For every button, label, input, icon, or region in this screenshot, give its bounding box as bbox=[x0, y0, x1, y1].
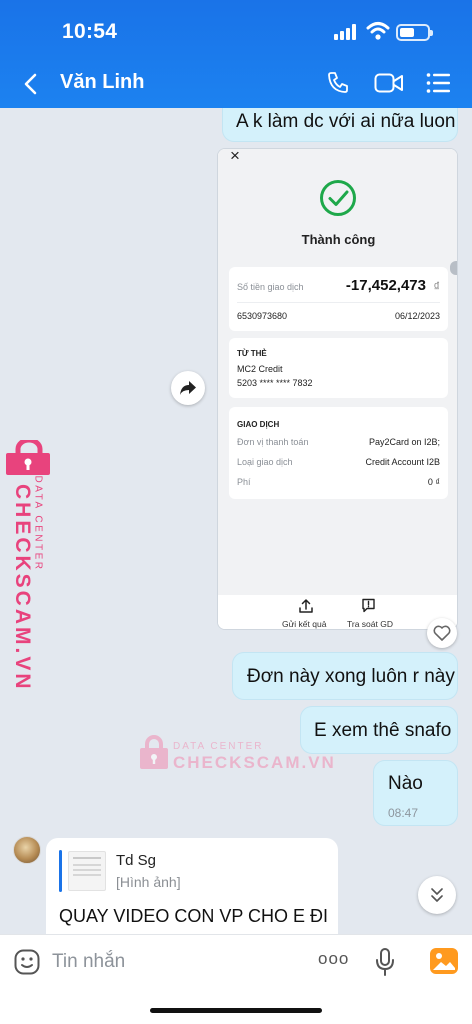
scroll-to-bottom-button[interactable] bbox=[418, 876, 456, 914]
forward-button[interactable] bbox=[171, 371, 205, 405]
back-arrow-icon[interactable] bbox=[22, 72, 40, 96]
status-time: 10:54 bbox=[62, 20, 118, 43]
from-card-title: TỪ THẺ bbox=[237, 349, 267, 358]
row-value: Pay2Card on I2B; bbox=[368, 437, 440, 447]
padlock-logo-icon bbox=[140, 735, 168, 769]
row-value: Credit Account I2B bbox=[365, 457, 440, 467]
transaction-title: GIAO DỊCH bbox=[237, 420, 280, 429]
receipt-screen: × Thành công Số tiền giao dịch -17,452,4… bbox=[218, 148, 457, 595]
message-bubble[interactable]: Nào 08:47 bbox=[373, 760, 458, 826]
amount-section: Số tiền giao dịch -17,452,473 ₫ 65309736… bbox=[229, 267, 448, 331]
header-bar: 10:54 Văn Linh bbox=[0, 0, 472, 108]
message-text: Nào bbox=[388, 773, 423, 794]
more-options-icon[interactable]: ooo bbox=[318, 949, 349, 969]
quote-bar bbox=[59, 850, 62, 892]
double-chevron-down-icon bbox=[431, 888, 443, 902]
check-transaction-label: Tra soát GD bbox=[347, 619, 393, 629]
video-call-icon[interactable] bbox=[374, 72, 404, 94]
card-name: MC2 Credit bbox=[237, 364, 283, 374]
report-icon bbox=[362, 598, 375, 613]
watermark-tagline: DATA CENTER bbox=[32, 475, 44, 572]
status-title: Thành công bbox=[301, 232, 376, 247]
image-gallery-icon[interactable] bbox=[430, 948, 458, 974]
transaction-date: 06/12/2023 bbox=[394, 311, 440, 321]
amount-label: Số tiền giao dịch bbox=[237, 282, 304, 292]
message-input[interactable]: Tin nhắn bbox=[52, 951, 125, 973]
message-text: E xem thê snafo bbox=[314, 720, 452, 741]
sticker-icon[interactable] bbox=[14, 949, 40, 975]
row-label: Loại giao dịch bbox=[237, 457, 293, 467]
message-bubble[interactable]: A k làm dc với ai nữa luon bbox=[222, 108, 458, 142]
contact-name[interactable]: Văn Linh bbox=[60, 71, 144, 94]
quoted-type: [Hình ảnh] bbox=[116, 874, 181, 890]
share-icon bbox=[299, 599, 313, 613]
amount-value: -17,452,473 bbox=[345, 277, 426, 294]
currency-symbol: ₫ bbox=[433, 279, 440, 294]
send-result-label: Gửi kết quả bbox=[282, 619, 327, 629]
message-time: 08:47 bbox=[388, 806, 419, 820]
quoted-sender: Td Sg bbox=[116, 852, 157, 869]
home-indicator bbox=[150, 1008, 322, 1013]
wifi-icon bbox=[366, 22, 390, 40]
success-check-icon bbox=[320, 180, 356, 216]
chat-area[interactable]: A k làm dc với ai nữa luon × Thành công … bbox=[0, 108, 472, 934]
message-text: Đơn này xong luôn r này bbox=[247, 666, 455, 687]
watermark-brand: CHECKSCAM.VN bbox=[11, 484, 34, 692]
close-icon: × bbox=[230, 148, 240, 165]
phone-icon[interactable] bbox=[326, 70, 350, 96]
menu-list-icon[interactable] bbox=[426, 72, 450, 94]
message-text: A k làm dc với ai nữa luon bbox=[236, 111, 456, 132]
battery-icon bbox=[396, 24, 433, 41]
microphone-icon[interactable] bbox=[375, 948, 395, 976]
transaction-ref: 6530973680 bbox=[237, 311, 288, 321]
avatar[interactable] bbox=[13, 836, 41, 864]
heart-icon bbox=[433, 625, 451, 641]
receipt-actions: Gửi kết quả Tra soát GD bbox=[218, 595, 457, 629]
message-bubble[interactable]: E xem thê snafo bbox=[300, 706, 458, 754]
receipt-image-message[interactable]: × Thành công Số tiền giao dịch -17,452,4… bbox=[217, 148, 458, 630]
row-label: Đơn vị thanh toán bbox=[237, 437, 309, 447]
react-button[interactable] bbox=[427, 618, 457, 648]
transaction-section: GIAO DỊCH Đơn vị thanh toán Pay2Card on … bbox=[229, 407, 448, 499]
row-label: Phí bbox=[237, 477, 251, 487]
quoted-thumbnail bbox=[68, 851, 106, 891]
watermark-brand: CHECKSCAM.VN bbox=[173, 753, 336, 772]
from-card-section: TỪ THẺ MC2 Credit 5203 **** **** 7832 bbox=[229, 338, 448, 398]
forward-arrow-icon bbox=[180, 381, 196, 395]
row-value: 0 ₫ bbox=[427, 477, 440, 487]
watermark-tagline: DATA CENTER bbox=[173, 741, 264, 752]
message-bubble[interactable]: Đơn này xong luôn r này bbox=[232, 652, 458, 700]
message-text: QUAY VIDEO CON VP CHO E ĐI bbox=[59, 906, 329, 926]
padlock-logo-icon bbox=[6, 440, 50, 475]
card-number: 5203 **** **** 7832 bbox=[237, 378, 313, 388]
signal-icon bbox=[334, 24, 356, 40]
reply-message-bubble[interactable]: Td Sg [Hình ảnh] QUAY VIDEO CON VP CHO E… bbox=[46, 838, 338, 934]
scroll-handle bbox=[450, 261, 457, 275]
